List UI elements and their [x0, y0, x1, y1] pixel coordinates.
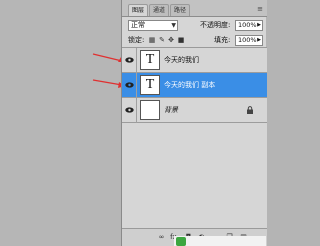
- visibility-toggle[interactable]: [122, 48, 137, 73]
- chevron-right-icon: ▶: [257, 22, 261, 28]
- chevron-right-icon: ▶: [257, 37, 261, 43]
- layer-name[interactable]: 背景: [164, 106, 178, 115]
- layer-name[interactable]: 今天的我们 副本: [164, 81, 215, 90]
- blend-mode-select[interactable]: 正常 ▼: [128, 20, 178, 31]
- opacity-field[interactable]: 100% ▶: [235, 20, 263, 31]
- layer-row[interactable]: T 今天的我们: [122, 48, 267, 73]
- tab-channels[interactable]: 通道: [149, 4, 170, 16]
- watermark-logo: [176, 237, 186, 246]
- opacity-label: 不透明度:: [200, 21, 231, 29]
- eye-icon: [125, 107, 134, 113]
- text-layer-icon: T: [145, 77, 155, 92]
- blend-row: 正常 ▼ 不透明度: 100% ▶: [122, 18, 267, 33]
- visibility-toggle[interactable]: [122, 73, 137, 98]
- layer-thumbnail: [140, 100, 160, 120]
- fill-label: 填充:: [214, 36, 231, 44]
- panel-tabs: 图层 通道 路径 ≡: [122, 0, 267, 17]
- eye-icon: [125, 82, 134, 88]
- layer-row-background[interactable]: 背景: [122, 98, 267, 123]
- text-layer-icon: T: [145, 52, 155, 67]
- fill-field[interactable]: 100% ▶: [235, 35, 263, 46]
- lock-row: 锁定: ▦ ✎ ✥ ■ 填充: 100% ▶: [122, 33, 267, 48]
- layer-name[interactable]: 今天的我们: [164, 56, 199, 65]
- lock-icon: [246, 106, 254, 114]
- tab-layers[interactable]: 图层: [128, 4, 149, 16]
- eye-icon: [125, 57, 134, 63]
- lock-brush-icon[interactable]: ✎: [158, 36, 166, 44]
- layers-panel: 图层 通道 路径 ≡ 正常 ▼ 不透明度: 100% ▶ 锁定: ▦ ✎ ✥ ■…: [121, 0, 267, 246]
- layers-list: T 今天的我们 T 今天的我们 副本 背景: [122, 48, 267, 228]
- chevron-down-icon: ▼: [171, 22, 176, 29]
- lock-all-icon[interactable]: ■: [177, 36, 185, 44]
- tab-paths[interactable]: 路径: [170, 4, 191, 16]
- lock-label: 锁定:: [128, 36, 145, 44]
- lock-move-icon[interactable]: ✥: [167, 36, 175, 44]
- blend-mode-value: 正常: [131, 21, 145, 29]
- layer-row-selected[interactable]: T 今天的我们 副本: [122, 73, 267, 98]
- layer-thumbnail: T: [140, 75, 160, 95]
- panel-menu-icon[interactable]: ≡: [256, 5, 264, 13]
- lock-transparent-icon[interactable]: ▦: [148, 36, 156, 44]
- watermark: [174, 236, 266, 246]
- link-layers-icon[interactable]: ∞: [157, 233, 166, 242]
- opacity-value: 100%: [238, 21, 257, 29]
- fill-value: 100%: [238, 36, 257, 44]
- layer-thumbnail: T: [140, 50, 160, 70]
- visibility-toggle[interactable]: [122, 98, 137, 123]
